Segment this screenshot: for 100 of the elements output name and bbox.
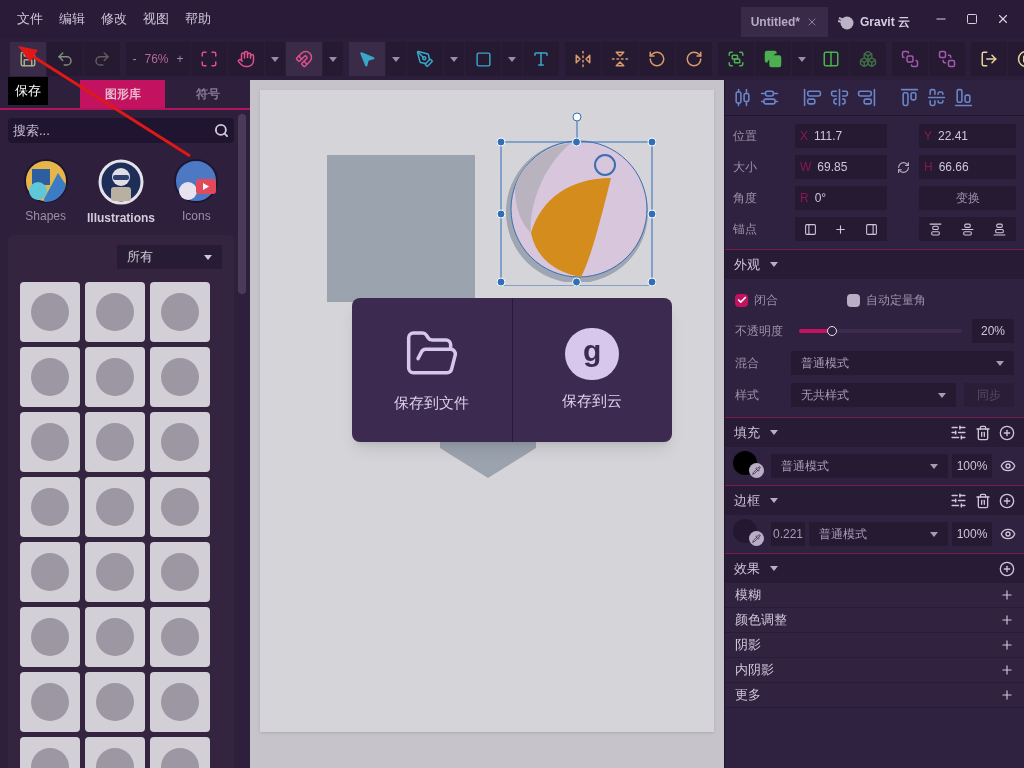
- anchor-bottom-icon[interactable]: [993, 222, 1007, 236]
- dropdown-caret-button[interactable]: [386, 42, 406, 76]
- delete-icon[interactable]: [975, 492, 991, 509]
- number-field[interactable]: H 66.66: [919, 155, 1016, 179]
- delete-icon[interactable]: [975, 424, 991, 441]
- visibility-icon[interactable]: [1000, 526, 1016, 542]
- send-backward-button[interactable]: [929, 42, 965, 76]
- anchor-middle-icon[interactable]: [961, 222, 974, 236]
- align-top-icon[interactable]: [900, 88, 919, 107]
- checkbox-label[interactable]: 自动定量角: [866, 291, 926, 309]
- rectangle-tool-button[interactable]: [465, 42, 501, 76]
- settings-icon[interactable]: [950, 424, 967, 441]
- number-field[interactable]: Y 22.41: [919, 124, 1016, 148]
- checkbox[interactable]: [847, 293, 860, 307]
- effect-label[interactable]: 阴影: [735, 635, 761, 655]
- anchor-center-icon[interactable]: [834, 222, 848, 236]
- dropdown-caret-button[interactable]: [323, 42, 343, 76]
- dropdown-caret-button[interactable]: [265, 42, 285, 76]
- illustration-thumbnail[interactable]: [85, 412, 145, 472]
- maximize-icon[interactable]: [966, 13, 978, 25]
- selection-frame[interactable]: [497, 112, 656, 286]
- color-swatch[interactable]: [733, 451, 757, 475]
- zoom-control[interactable]: - 76% +: [126, 42, 190, 76]
- save-option[interactable]: 保存到文件: [352, 298, 512, 442]
- blend-mode-dropdown[interactable]: 普通模式: [791, 351, 1014, 375]
- section-title[interactable]: 边框: [734, 490, 760, 511]
- add-icon[interactable]: [1000, 638, 1014, 652]
- opacity-field[interactable]: 100%: [952, 522, 992, 546]
- rectangle-shape[interactable]: [327, 155, 475, 302]
- illustration-thumbnail[interactable]: [150, 607, 210, 667]
- anchor-top-icon[interactable]: [928, 222, 942, 236]
- library-tab[interactable]: 符号: [165, 80, 250, 108]
- add-icon[interactable]: [1000, 588, 1014, 602]
- checkbox-label[interactable]: 闭合: [754, 291, 778, 309]
- illustration-thumbnail[interactable]: [20, 542, 80, 602]
- menu-item[interactable]: 文件: [17, 9, 43, 29]
- category-label[interactable]: Shapes: [25, 207, 66, 225]
- number-field[interactable]: R 0°: [795, 186, 887, 210]
- fit-screen-button[interactable]: [191, 42, 227, 76]
- export-button[interactable]: [971, 42, 1007, 76]
- align-left-icon[interactable]: [803, 88, 822, 107]
- distribute-vertical-icon[interactable]: [760, 88, 779, 107]
- flip-horizontal-button[interactable]: [565, 42, 601, 76]
- effect-label[interactable]: 内阴影: [735, 660, 774, 680]
- shapes-category-icon[interactable]: [23, 159, 68, 203]
- category-label[interactable]: Icons: [181, 207, 211, 225]
- rotate-left-button[interactable]: [639, 42, 675, 76]
- number-field[interactable]: W 69.85: [795, 155, 887, 179]
- eyedropper-button[interactable]: [749, 531, 764, 546]
- eyedropper-button[interactable]: [749, 463, 764, 478]
- illustration-thumbnail[interactable]: [20, 477, 80, 537]
- illustration-thumbnail[interactable]: [150, 672, 210, 732]
- illustration-thumbnail[interactable]: [85, 607, 145, 667]
- pointer-tool-button[interactable]: [349, 42, 385, 76]
- illustration-thumbnail[interactable]: [150, 282, 210, 342]
- illustration-thumbnail[interactable]: [85, 542, 145, 602]
- boolean-button[interactable]: [755, 42, 791, 76]
- add-icon[interactable]: [999, 424, 1015, 441]
- add-icon[interactable]: [1000, 663, 1014, 677]
- dropdown-caret-button[interactable]: [444, 42, 464, 76]
- illustration-thumbnail[interactable]: [150, 542, 210, 602]
- zoom-in-label[interactable]: +: [176, 50, 184, 68]
- ungroup-button[interactable]: [850, 42, 886, 76]
- section-title[interactable]: 效果: [734, 558, 760, 579]
- illustration-thumbnail[interactable]: [150, 412, 210, 472]
- blend-mode-dropdown[interactable]: 普通模式: [809, 522, 948, 546]
- stroke-width-field[interactable]: 0.221: [771, 522, 805, 546]
- menu-item[interactable]: 帮助: [185, 9, 211, 29]
- slider-thumb[interactable]: [826, 326, 837, 336]
- link-proportions-icon[interactable]: [896, 160, 910, 174]
- flip-vertical-button[interactable]: [602, 42, 638, 76]
- save-option[interactable]: g 保存到云: [511, 298, 672, 442]
- illustration-thumbnail[interactable]: [20, 412, 80, 472]
- illustration-thumbnail[interactable]: [20, 607, 80, 667]
- illustration-thumbnail[interactable]: [150, 477, 210, 537]
- align-bottom-icon[interactable]: [954, 88, 973, 107]
- search-input[interactable]: 搜索...: [13, 120, 214, 141]
- mask-button[interactable]: [813, 42, 849, 76]
- anchor-right-icon[interactable]: [865, 222, 879, 236]
- icons-category-icon[interactable]: [174, 159, 219, 203]
- vertical-anchor-control[interactable]: [919, 217, 1016, 241]
- align-right-icon[interactable]: [857, 88, 876, 107]
- filter-dropdown[interactable]: 所有: [117, 245, 222, 269]
- checkbox[interactable]: [735, 293, 748, 307]
- effect-label[interactable]: 模糊: [735, 585, 761, 605]
- add-icon[interactable]: [1000, 613, 1014, 627]
- blend-mode-dropdown[interactable]: 普通模式: [771, 454, 948, 478]
- settings-icon[interactable]: [950, 492, 967, 509]
- effect-label[interactable]: 更多: [735, 685, 761, 705]
- distribute-horizontal-icon[interactable]: [733, 88, 752, 107]
- illustration-thumbnail[interactable]: [150, 347, 210, 407]
- add-icon[interactable]: [999, 560, 1015, 577]
- illustration-thumbnail[interactable]: [20, 282, 80, 342]
- horizontal-anchor-control[interactable]: [795, 217, 887, 241]
- document-tab[interactable]: Untitled*: [740, 7, 828, 37]
- visibility-icon[interactable]: [1000, 458, 1016, 474]
- anchor-left-icon[interactable]: [803, 222, 817, 236]
- transform-button[interactable]: 变换: [919, 186, 1016, 210]
- hand-tool-button[interactable]: [228, 42, 264, 76]
- bring-forward-button[interactable]: [892, 42, 928, 76]
